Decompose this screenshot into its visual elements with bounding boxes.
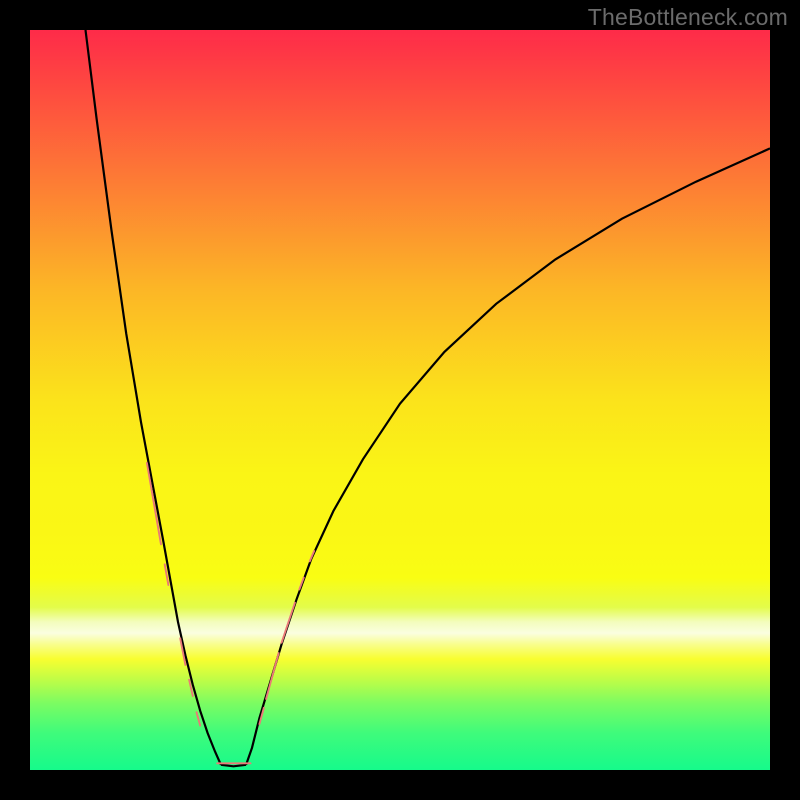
watermark-text: TheBottleneck.com	[588, 4, 788, 31]
curve-layer	[86, 30, 771, 766]
marker-capsule	[266, 653, 279, 699]
right-curve-path	[246, 148, 770, 764]
outer-frame: TheBottleneck.com	[0, 0, 800, 800]
valley-floor-path	[221, 765, 246, 766]
marker-capsule	[197, 712, 201, 725]
left-curve-path	[86, 30, 221, 765]
marker-capsule	[147, 463, 161, 544]
marker-capsule	[282, 603, 295, 643]
chart-svg	[30, 30, 770, 770]
marker-layer	[147, 463, 314, 763]
